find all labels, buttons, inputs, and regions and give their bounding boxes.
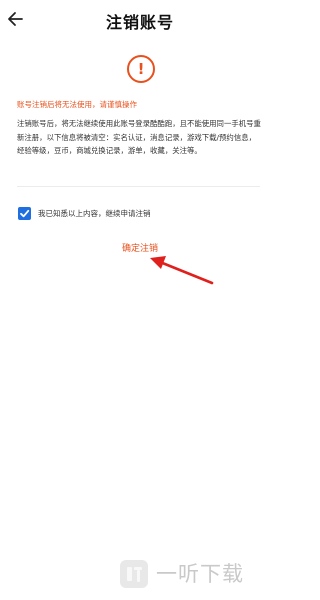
annotation-arrow-icon bbox=[150, 256, 214, 285]
watermark-logo-icon bbox=[120, 560, 148, 588]
watermark-text: 一听下载 bbox=[156, 562, 244, 586]
watermark-logo: 一听下载 bbox=[118, 558, 268, 590]
